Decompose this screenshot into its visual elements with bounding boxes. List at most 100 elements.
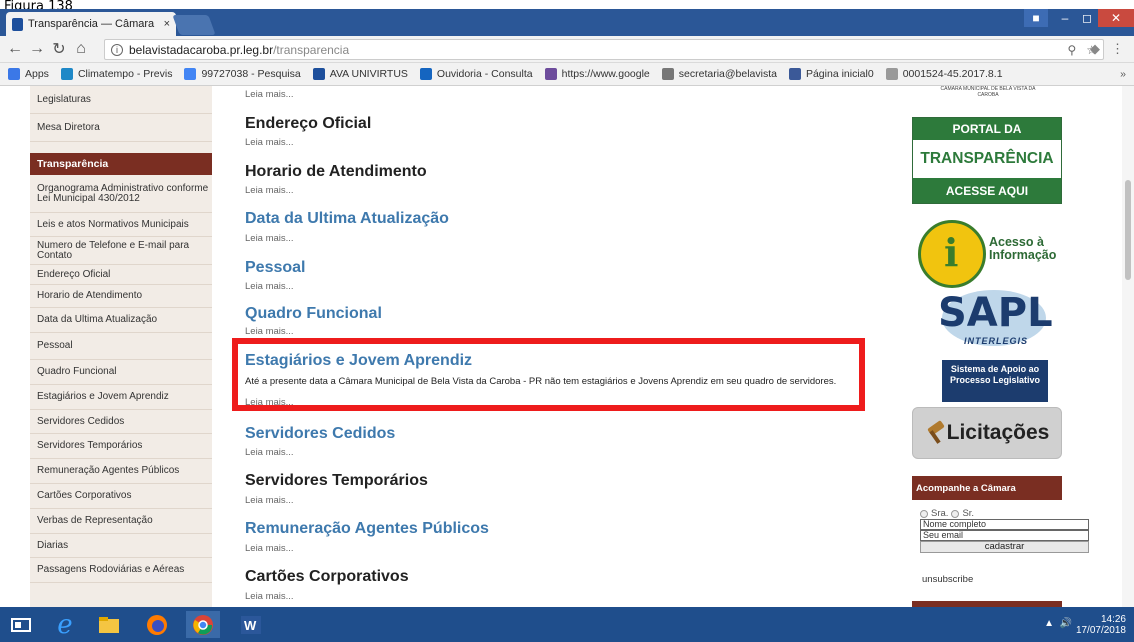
- menu-dots-icon[interactable]: ⋮: [1111, 41, 1124, 57]
- acesso-informacao-banner[interactable]: i Acesso à Informação: [918, 220, 1068, 290]
- bookmark-item[interactable]: https://www.google: [544, 68, 650, 80]
- chrome-icon[interactable]: [186, 611, 220, 638]
- acesso-line2: Informação: [989, 248, 1057, 262]
- name-field[interactable]: Nome completo: [920, 519, 1089, 530]
- article-title[interactable]: Quadro Funcional: [245, 305, 382, 323]
- read-more-link[interactable]: Leia mais...: [245, 185, 294, 196]
- univirtus-icon: [312, 68, 325, 80]
- tab-title: Transparência — Câmara: [28, 18, 155, 30]
- sidebar-item[interactable]: Verbas de Representação: [30, 509, 212, 534]
- address-bar[interactable]: i belavistadacaroba.pr.leg.br/transparen…: [104, 39, 1104, 60]
- cadastrar-button[interactable]: cadastrar: [920, 541, 1089, 553]
- minimize-icon[interactable]: –: [1054, 9, 1076, 27]
- back-arrow-icon[interactable]: ←: [4, 40, 26, 58]
- sidebar-item[interactable]: Horario de Atendimento: [30, 285, 212, 308]
- bookmark-item[interactable]: 99727038 - Pesquisa: [184, 68, 301, 80]
- bookmark-item[interactable]: Ouvidoria - Consulta: [419, 68, 533, 80]
- read-more-link[interactable]: Leia mais...: [245, 89, 294, 100]
- read-more-link[interactable]: Leia mais...: [245, 326, 294, 337]
- sidebar-item[interactable]: Endereço Oficial: [30, 265, 212, 285]
- sidebar-item[interactable]: Servidores Temporários: [30, 434, 212, 459]
- portal-transparencia-banner[interactable]: PORTAL DA TRANSPARÊNCIA ACESSE AQUI: [912, 117, 1062, 204]
- sidebar-item[interactable]: Data da Ultima Atualização: [30, 308, 212, 333]
- title-radio-group: Sra. Sr.: [920, 508, 1070, 519]
- sidebar-item[interactable]: Organograma Administrativo conforme Lei …: [30, 175, 212, 213]
- sidebar-item[interactable]: Leis e atos Normativos Municipais: [30, 213, 212, 237]
- read-more-link[interactable]: Leia mais...: [245, 543, 294, 554]
- tab-close-icon[interactable]: ×: [164, 18, 170, 30]
- article-title[interactable]: Pessoal: [245, 259, 305, 277]
- article-title[interactable]: Horario de Atendimento: [245, 163, 427, 181]
- forward-arrow-icon[interactable]: →: [26, 40, 48, 58]
- read-more-link[interactable]: Leia mais...: [245, 137, 294, 148]
- sidebar-section-transparencia[interactable]: Transparência: [30, 153, 212, 175]
- bookmarks-bar: Apps Climatempo - Previs 99727038 - Pesqui…: [0, 63, 1134, 86]
- sidebar-item-mesa-diretora[interactable]: Mesa Diretora: [30, 114, 212, 142]
- scrollbar[interactable]: [1122, 86, 1134, 607]
- article-title[interactable]: Remuneração Agentes Públicos: [245, 520, 489, 538]
- read-more-link[interactable]: Leia mais...: [245, 495, 294, 506]
- sidebar-item[interactable]: Servidores Cedidos: [30, 410, 212, 434]
- read-more-link[interactable]: Leia mais...: [245, 233, 294, 244]
- email-field[interactable]: Seu email: [920, 530, 1089, 541]
- read-more-link[interactable]: Leia mais...: [245, 281, 294, 292]
- sidebar: Legislaturas Mesa Diretora Transparência…: [30, 86, 212, 607]
- maximize-icon[interactable]: ◻: [1076, 9, 1098, 27]
- profile-icon[interactable]: ■: [1024, 9, 1048, 27]
- bookmark-item[interactable]: Apps: [8, 68, 49, 80]
- task-view-icon[interactable]: [4, 611, 38, 638]
- browser-tab[interactable]: Transparência — Câmara ×: [6, 12, 176, 36]
- extension-shield-icon[interactable]: ◆: [1090, 41, 1100, 57]
- bookmark-item[interactable]: AVA UNIVIRTUS: [312, 68, 408, 80]
- licitacoes-button[interactable]: Licitações: [912, 407, 1062, 459]
- browser-toolbar: ← → ↻ ⌂ i belavistadacaroba.pr.leg.br/tr…: [0, 36, 1134, 63]
- reload-icon[interactable]: ↻: [48, 39, 70, 59]
- firefox-icon[interactable]: [140, 611, 174, 638]
- sidebar-item[interactable]: Estagiários e Jovem Aprendiz: [30, 385, 212, 410]
- sidebar-item[interactable]: Numero de Telefone e E-mail para Contato: [30, 237, 212, 265]
- right-column: CÂMARA MUNICIPAL DE BELA VISTA DA CAROBA…: [900, 86, 1089, 607]
- article-title[interactable]: Servidores Temporários: [245, 472, 428, 490]
- svg-text:W: W: [244, 618, 257, 633]
- systray-icons[interactable]: ▲ 🔊: [1044, 618, 1072, 629]
- sapl-banner[interactable]: SAPL INTERLEGIS Sistema de Apoio ao Proc…: [938, 288, 1053, 408]
- close-window-icon[interactable]: ✕: [1098, 9, 1134, 27]
- edge-icon[interactable]: e: [48, 610, 82, 640]
- bookmark-item[interactable]: 0001524-45.2017.8.1: [885, 68, 1003, 80]
- radio-sr[interactable]: [951, 509, 960, 518]
- sapl-subtitle: Sistema de Apoio ao Processo Legislativo: [942, 360, 1048, 402]
- gavel-icon: [925, 420, 945, 444]
- info-icon[interactable]: i: [111, 43, 123, 56]
- rs-icon: [544, 68, 557, 80]
- bookmark-item[interactable]: secretaria@belavista: [661, 68, 777, 80]
- read-more-link[interactable]: Leia mais...: [245, 447, 294, 458]
- article-title[interactable]: Data da Ultima Atualização: [245, 210, 449, 228]
- bookmark-label: Página inicial0: [805, 68, 874, 80]
- clock[interactable]: 14:26 17/07/2018: [1076, 614, 1126, 636]
- article-title[interactable]: Endereço Oficial: [245, 115, 371, 133]
- sidebar-item[interactable]: Diarias: [30, 534, 212, 558]
- word-icon[interactable]: W: [234, 611, 268, 638]
- read-more-link[interactable]: Leia mais...: [245, 591, 294, 602]
- radio-sra[interactable]: [920, 509, 928, 518]
- home-icon[interactable]: ⌂: [70, 40, 92, 58]
- sidebar-item[interactable]: Remuneração Agentes Públicos: [30, 459, 212, 484]
- unsubscribe-link[interactable]: unsubscribe: [922, 574, 973, 585]
- bookmark-label: Apps: [25, 68, 49, 80]
- article-title[interactable]: Cartões Corporativos: [245, 568, 409, 586]
- sidebar-item[interactable]: Pessoal: [30, 333, 212, 360]
- article-title[interactable]: Servidores Cedidos: [245, 425, 395, 443]
- bookmarks-overflow-icon[interactable]: »: [1120, 68, 1126, 80]
- sidebar-item[interactable]: Cartões Corporativos: [30, 484, 212, 509]
- bookmark-item[interactable]: Página inicial0: [788, 68, 874, 80]
- scrollbar-thumb[interactable]: [1125, 180, 1131, 280]
- new-tab-button[interactable]: [172, 15, 216, 35]
- url-path: /transparencia: [273, 42, 350, 57]
- zoom-icon[interactable]: ⚲: [1067, 43, 1076, 57]
- sidebar-item-legislaturas[interactable]: Legislaturas: [30, 86, 212, 114]
- sidebar-item[interactable]: Passagens Rodoviárias e Aéreas: [30, 558, 212, 583]
- bookmark-item[interactable]: Climatempo - Previs: [60, 68, 172, 80]
- sidebar-item[interactable]: Quadro Funcional: [30, 360, 212, 385]
- bookmark-label: AVA UNIVIRTUS: [329, 68, 408, 80]
- file-explorer-icon[interactable]: [92, 611, 126, 638]
